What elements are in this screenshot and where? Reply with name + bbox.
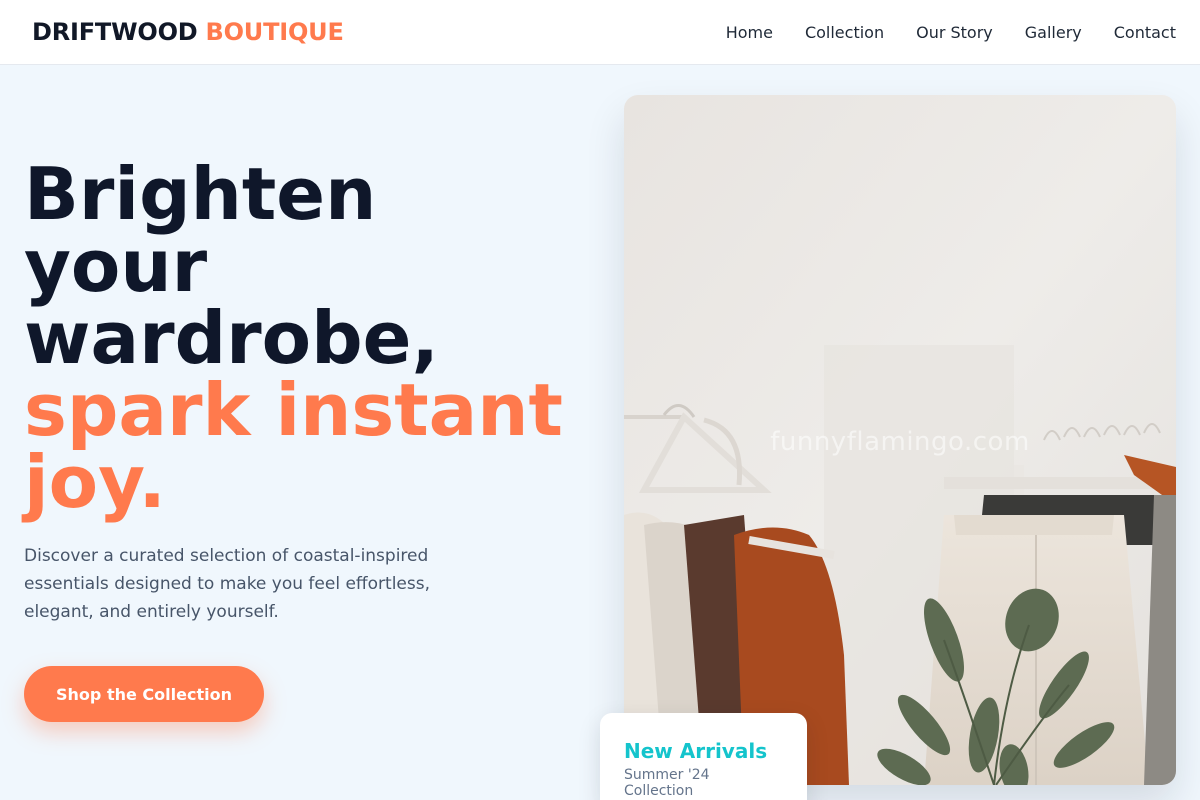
headline-line-2: your bbox=[24, 224, 208, 308]
headline-accent-line-2: joy. bbox=[24, 440, 166, 524]
headline-line-1: Brighten bbox=[24, 152, 377, 236]
site-header: DRIFTWOOD BOUTIQUE Home Collection Our S… bbox=[0, 0, 1200, 65]
hero-image: funnyflamingo.com bbox=[624, 95, 1176, 785]
nav-link-our-story[interactable]: Our Story bbox=[916, 23, 993, 42]
hero-subtitle: Discover a curated selection of coastal-… bbox=[24, 546, 430, 622]
shop-collection-button[interactable]: Shop the Collection bbox=[24, 666, 264, 722]
image-watermark: funnyflamingo.com bbox=[770, 427, 1030, 457]
nav-link-gallery[interactable]: Gallery bbox=[1025, 23, 1082, 42]
new-arrivals-badge: New Arrivals Summer '24 Collection bbox=[600, 713, 807, 800]
main-nav: Home Collection Our Story Gallery Contac… bbox=[726, 23, 1176, 42]
headline-accent-line-1: spark instant bbox=[24, 368, 563, 452]
headline-line-3: wardrobe, bbox=[24, 296, 439, 380]
hero-headline: Brighten your wardrobe, spark instant jo… bbox=[24, 158, 594, 518]
nav-link-contact[interactable]: Contact bbox=[1114, 23, 1176, 42]
brand-name-part2: BOUTIQUE bbox=[205, 18, 344, 46]
badge-subtitle: Summer '24 Collection bbox=[624, 767, 710, 799]
badge-title: New Arrivals bbox=[624, 739, 768, 763]
nav-link-home[interactable]: Home bbox=[726, 23, 773, 42]
brand-logo[interactable]: DRIFTWOOD BOUTIQUE bbox=[32, 18, 344, 46]
brand-name-part1: DRIFTWOOD bbox=[32, 18, 198, 46]
nav-link-collection[interactable]: Collection bbox=[805, 23, 884, 42]
